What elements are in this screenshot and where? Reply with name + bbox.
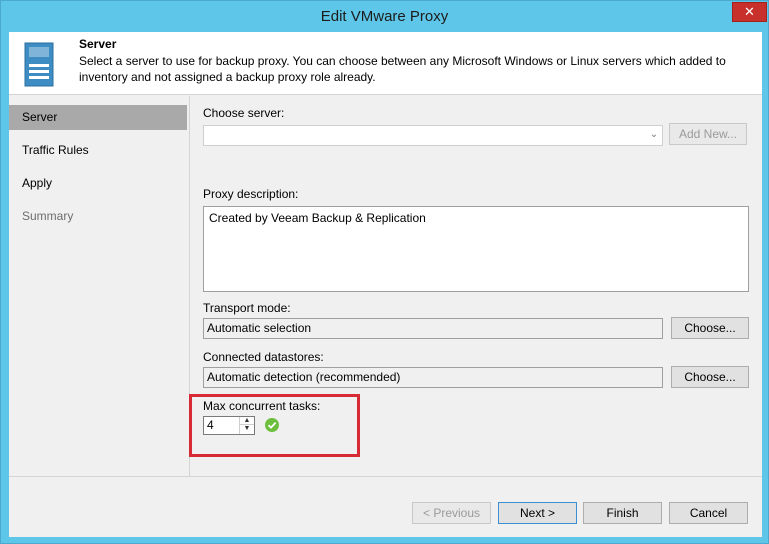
transport-mode-label: Transport mode:: [203, 301, 291, 315]
server-icon: [24, 42, 54, 87]
close-button[interactable]: ✕: [732, 2, 767, 22]
transport-mode-field: Automatic selection: [203, 318, 663, 339]
sidebar-item-summary: Summary: [22, 209, 74, 223]
wizard-footer: < Previous Next > Finish Cancel: [9, 476, 762, 537]
chevron-down-icon[interactable]: ⌄: [648, 129, 660, 141]
wizard-main-panel: Choose server: ⌄ Add New... Proxy descri…: [189, 96, 762, 476]
wizard-steps-sidebar: Server Traffic Rules Apply Summary: [9, 96, 189, 537]
step-description: Select a server to use for backup proxy.…: [79, 54, 726, 84]
max-concurrent-tasks-stepper[interactable]: 4 ▲ ▼: [203, 416, 255, 435]
sidebar-item-server[interactable]: Server: [9, 105, 187, 130]
connected-datastores-field: Automatic detection (recommended): [203, 367, 663, 388]
choose-server-combobox[interactable]: ⌄: [203, 125, 663, 146]
finish-button[interactable]: Finish: [583, 502, 662, 524]
next-button[interactable]: Next >: [498, 502, 577, 524]
proxy-description-label: Proxy description:: [203, 187, 299, 201]
wizard-header: Server Select a server to use for backup…: [9, 32, 762, 95]
proxy-description-textarea[interactable]: Created by Veeam Backup & Replication: [203, 206, 749, 292]
previous-button[interactable]: < Previous: [412, 502, 491, 524]
checkmark-icon: [265, 418, 279, 432]
window-title: Edit VMware Proxy: [320, 8, 449, 25]
transport-mode-choose-button[interactable]: Choose...: [671, 317, 749, 339]
max-concurrent-tasks-value[interactable]: 4: [207, 418, 214, 433]
dialog-window: Edit VMware Proxy ✕ Server Select a serv…: [0, 0, 769, 544]
close-icon: ✕: [744, 4, 755, 19]
step-title: Server: [79, 37, 117, 51]
sidebar-item-apply[interactable]: Apply: [9, 171, 187, 196]
cancel-button[interactable]: Cancel: [669, 502, 748, 524]
datastores-choose-button[interactable]: Choose...: [671, 366, 749, 388]
dialog-client-area: Server Select a server to use for backup…: [9, 32, 762, 537]
stepper-buttons: ▲ ▼: [239, 417, 254, 434]
max-concurrent-tasks-label: Max concurrent tasks:: [203, 399, 321, 413]
sidebar-item-traffic-rules[interactable]: Traffic Rules: [9, 138, 187, 163]
choose-server-label: Choose server:: [203, 106, 285, 120]
stepper-down-icon[interactable]: ▼: [240, 425, 254, 433]
title-bar[interactable]: Edit VMware Proxy ✕: [1, 1, 768, 32]
stepper-up-icon[interactable]: ▲: [240, 417, 254, 425]
connected-datastores-label: Connected datastores:: [203, 350, 324, 364]
add-new-button[interactable]: Add New...: [669, 123, 747, 145]
